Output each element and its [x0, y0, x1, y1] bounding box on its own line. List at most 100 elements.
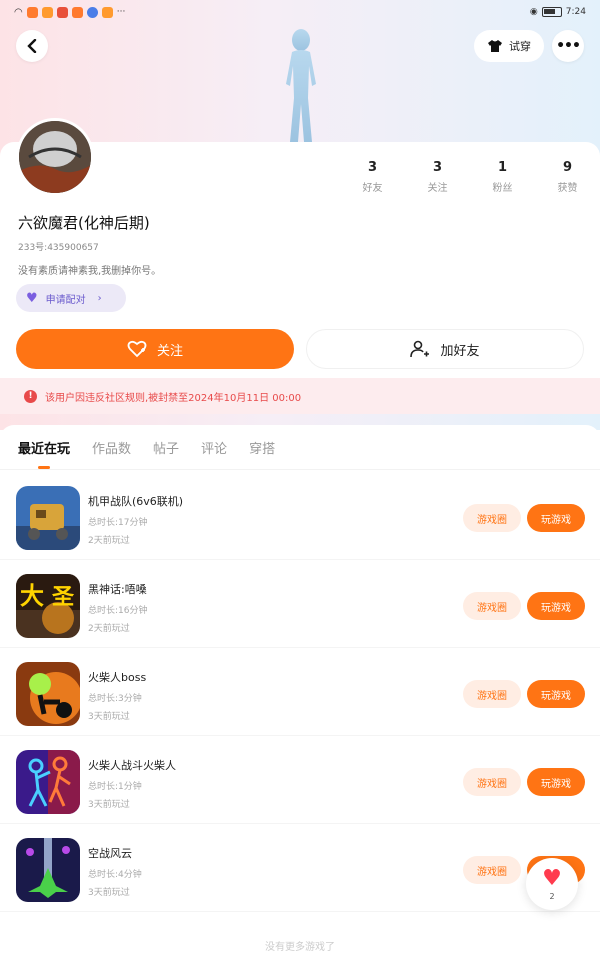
- stat-following[interactable]: 3 关注: [408, 160, 468, 200]
- status-icons-right: ◉ 7:24: [530, 7, 586, 17]
- stat-label: 关注: [427, 183, 448, 194]
- play-game-button[interactable]: 玩游戏: [527, 680, 585, 708]
- game-last-played: 3天前玩过: [88, 888, 130, 898]
- eye-icon: ◉: [529, 7, 538, 17]
- stat-number: 3: [432, 160, 443, 175]
- game-name: 火柴人boss: [88, 671, 147, 684]
- tab-comments[interactable]: 评论: [201, 438, 227, 457]
- game-playtime: 总时长:4分钟: [88, 870, 142, 880]
- game-name: 机甲战队(6v6联机): [88, 495, 184, 508]
- mech-game-icon[interactable]: [16, 486, 80, 550]
- game-last-played: 2天前玩过: [88, 536, 130, 546]
- tab-recent-games[interactable]: 最近在玩: [18, 438, 70, 469]
- apply-pair-label: 申请配对: [45, 294, 86, 306]
- app-notification-icon: [71, 6, 83, 18]
- game-name: 空战风云: [88, 847, 132, 860]
- stat-label: 获赞: [557, 183, 578, 194]
- tab-posts[interactable]: 帖子: [153, 438, 179, 457]
- chevron-left-icon: [27, 39, 37, 53]
- svg-text:圣: 圣: [52, 584, 75, 609]
- play-game-button[interactable]: 玩游戏: [527, 768, 585, 796]
- air-battle-icon[interactable]: [16, 838, 80, 902]
- follow-label: 关注: [156, 343, 183, 359]
- chevron-right-icon: ›: [97, 292, 102, 304]
- clock: 7:24: [565, 7, 586, 17]
- app-notification-icon: [86, 6, 98, 18]
- stat-friends[interactable]: 3 好友: [343, 160, 403, 200]
- status-icons-left: ◠ ···: [14, 6, 126, 18]
- game-name: 黑神话:唔嗓: [88, 583, 147, 596]
- like-floating-button[interactable]: ♥ 2: [526, 858, 578, 910]
- stat-number: 1: [497, 160, 508, 175]
- heart-icon: ♥: [542, 865, 562, 891]
- game-playtime: 总时长:16分钟: [88, 606, 148, 616]
- game-list: 机甲战队(6v6联机) 总时长:17分钟 2天前玩过 游戏圈 玩游戏 大圣 黑神…: [0, 472, 600, 912]
- alert-icon: !: [24, 389, 37, 403]
- svg-text:大: 大: [20, 583, 44, 610]
- stat-number: 9: [562, 160, 573, 175]
- avatar-image: [19, 121, 91, 193]
- app-notification-icon: [41, 6, 53, 18]
- list-item[interactable]: 空战风云 总时长:4分钟 3天前玩过 游戏圈 玩游戏: [0, 824, 600, 912]
- game-name: 火柴人战斗火柴人: [88, 759, 176, 772]
- back-button[interactable]: [16, 30, 48, 62]
- more-notifications-icon: ···: [116, 7, 126, 17]
- app-notification-icon: [101, 6, 113, 18]
- game-circle-button[interactable]: 游戏圈: [463, 504, 521, 532]
- wukong-game-icon[interactable]: 大圣: [16, 574, 80, 638]
- bio: 没有素质请神素我,我删掉你号。: [18, 266, 162, 277]
- stat-followers[interactable]: 1 粉丝: [473, 160, 533, 200]
- stickman-fight-icon[interactable]: [16, 750, 80, 814]
- avatar[interactable]: [16, 118, 94, 196]
- game-last-played: 3天前玩过: [88, 712, 130, 722]
- game-circle-button[interactable]: 游戏圈: [463, 768, 521, 796]
- list-item[interactable]: 大圣 黑神话:唔嗓 总时长:16分钟 2天前玩过 游戏圈 玩游戏: [0, 560, 600, 648]
- like-count: 2: [549, 891, 555, 901]
- profile-tabs: 最近在玩 作品数 帖子 评论 穿搭: [0, 425, 600, 470]
- app-notification-icon: [26, 6, 38, 18]
- follow-button[interactable]: 关注: [16, 329, 294, 369]
- tab-works[interactable]: 作品数: [92, 438, 131, 457]
- game-playtime: 总时长:3分钟: [88, 694, 142, 704]
- play-game-button[interactable]: 玩游戏: [527, 504, 585, 532]
- game-circle-button[interactable]: 游戏圈: [463, 856, 521, 884]
- try-on-button[interactable]: 试穿: [474, 30, 544, 62]
- end-of-list-note: 没有更多游戏了: [265, 942, 335, 953]
- game-playtime: 总时长:1分钟: [88, 782, 142, 792]
- list-item[interactable]: 火柴人战斗火柴人 总时长:1分钟 3天前玩过 游戏圈 玩游戏: [0, 736, 600, 824]
- game-last-played: 2天前玩过: [88, 624, 130, 634]
- stat-likes[interactable]: 9 获赞: [538, 160, 598, 200]
- status-bar: ◠ ··· ◉ 7:24: [0, 0, 600, 24]
- game-playtime: 总时长:17分钟: [88, 518, 148, 528]
- nickname: 六欲魔君(化神后期): [18, 214, 150, 232]
- tab-outfits[interactable]: 穿搭: [249, 438, 275, 457]
- apply-pair-button[interactable]: ♥ 申请配对 ›: [16, 284, 126, 312]
- stickman-boss-icon[interactable]: [16, 662, 80, 726]
- avatar-3d-figure: [286, 29, 316, 142]
- game-circle-button[interactable]: 游戏圈: [463, 680, 521, 708]
- list-item[interactable]: 机甲战队(6v6联机) 总时长:17分钟 2天前玩过 游戏圈 玩游戏: [0, 472, 600, 560]
- play-game-button[interactable]: 玩游戏: [527, 592, 585, 620]
- battery-icon: [541, 7, 562, 17]
- user-id: 233号:435900657: [18, 243, 99, 253]
- tshirt-icon: [488, 40, 502, 52]
- more-dots-icon: •••: [556, 38, 581, 54]
- add-user-icon: [410, 340, 430, 358]
- list-item[interactable]: 火柴人boss 总时长:3分钟 3天前玩过 游戏圈 玩游戏: [0, 648, 600, 736]
- stat-label: 粉丝: [492, 183, 513, 194]
- profile-stats: 3 好友 3 关注 1 粉丝 9 获赞: [340, 160, 600, 200]
- heart-icon: ♥: [26, 290, 38, 306]
- wifi-icon: ◠: [14, 6, 23, 18]
- heart-plus-icon: [127, 340, 147, 358]
- add-friend-label: 加好友: [440, 343, 480, 359]
- game-circle-button[interactable]: 游戏圈: [463, 592, 521, 620]
- game-last-played: 3天前玩过: [88, 800, 130, 810]
- add-friend-button[interactable]: 加好友: [306, 329, 584, 369]
- ban-notice-text: 该用户因违反社区规则,被封禁至2024年10月11日 00:00: [45, 392, 302, 404]
- stat-number: 3: [367, 160, 378, 175]
- ban-notice: ! 该用户因违反社区规则,被封禁至2024年10月11日 00:00: [0, 378, 600, 414]
- more-button[interactable]: •••: [552, 30, 584, 62]
- app-notification-icon: [56, 6, 68, 18]
- stat-label: 好友: [362, 183, 383, 194]
- try-on-label: 试穿: [509, 40, 531, 53]
